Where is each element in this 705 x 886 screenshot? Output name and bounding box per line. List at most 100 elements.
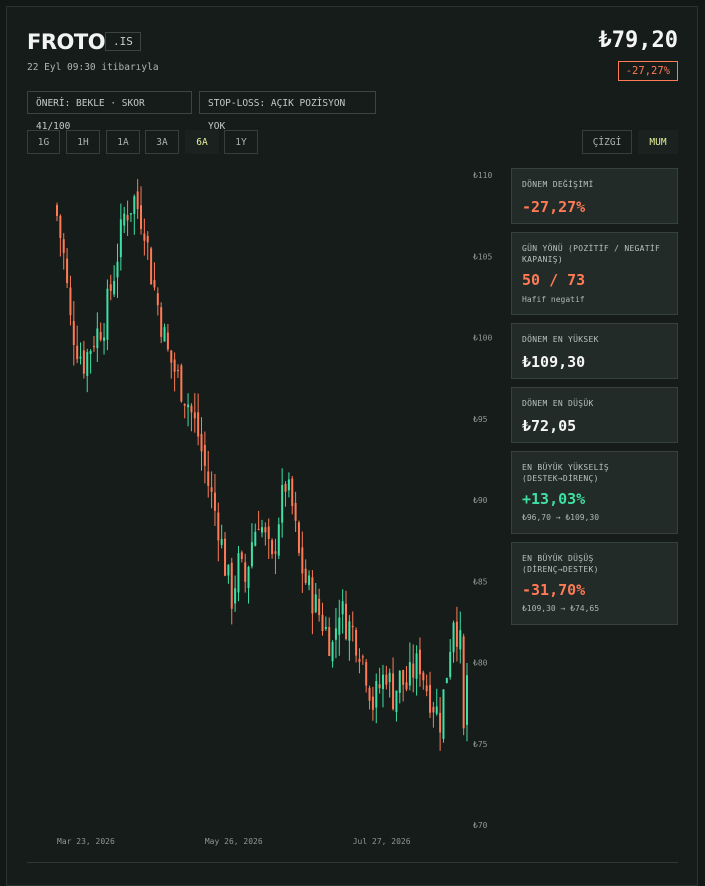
candle-body: [254, 531, 257, 546]
candle-body: [264, 527, 267, 533]
candle: [203, 431, 206, 484]
candle-body: [308, 575, 311, 586]
stat-card-period-change: DÖNEM DEĞİŞİMİ -27,27%: [511, 168, 678, 224]
recommendation-tag: ÖNERİ: BEKLE · SKOR 41/100: [27, 91, 192, 132]
candle-body: [92, 345, 95, 348]
candle-body: [261, 527, 263, 533]
candle-body: [143, 233, 146, 241]
candle-body: [150, 248, 153, 285]
candle-body: [365, 662, 368, 686]
candle: [82, 340, 85, 379]
candle-mode-button[interactable]: MUM: [638, 130, 678, 154]
stop-loss-tag: STOP-LOSS: AÇIK POZİSYON YOK: [199, 91, 376, 132]
candle: [92, 335, 95, 352]
candle-body: [153, 280, 156, 288]
candle-body: [247, 566, 250, 588]
candle: [284, 481, 287, 507]
candle: [355, 627, 358, 663]
candle-body: [331, 641, 334, 662]
candle: [281, 468, 284, 538]
candle-body: [324, 626, 327, 629]
price-chart: ₺110 ₺105 ₺100 ₺95 ₺90 ₺85 ₺80 ₺75 ₺70 Mar 23, 20…: [56, 171, 492, 846]
candle-body: [287, 479, 290, 491]
candle-body: [176, 369, 179, 372]
range-button-6a[interactable]: 6A: [185, 130, 219, 154]
candle: [425, 674, 428, 697]
candle: [207, 450, 210, 498]
range-button-1y[interactable]: 1Y: [224, 130, 258, 154]
stat-card-day-direction: GÜN YÖNÜ (POZİTİF / NEGATİF KAPANIŞ) 50 …: [511, 232, 678, 315]
candle-body: [230, 562, 233, 609]
candle-body: [200, 433, 203, 452]
range-button-1h[interactable]: 1H: [66, 130, 100, 154]
range-button-1g[interactable]: 1G: [27, 130, 60, 154]
candle: [466, 663, 468, 742]
candle: [129, 212, 132, 223]
candle-body: [197, 412, 200, 437]
line-mode-button[interactable]: ÇİZGİ: [582, 130, 632, 154]
candle-body: [415, 653, 418, 679]
candle: [422, 670, 425, 690]
candle: [445, 677, 448, 684]
candle-body: [368, 687, 371, 701]
candle-body: [388, 672, 391, 683]
candle: [361, 654, 364, 665]
candle-body: [207, 471, 210, 486]
candle-body: [402, 670, 405, 685]
candle-body: [429, 684, 432, 713]
candle-body: [314, 594, 317, 613]
candle: [197, 393, 200, 446]
candle: [324, 616, 327, 631]
candle: [210, 471, 213, 509]
candle: [398, 670, 401, 704]
stat-label: DÖNEM EN DÜŞÜK: [522, 399, 594, 408]
candle-body: [371, 696, 374, 710]
candle: [126, 200, 129, 236]
candle: [227, 564, 230, 584]
x-tick-label: Jul 27, 2026: [353, 837, 411, 846]
candle: [200, 417, 203, 471]
candle-body: [311, 577, 314, 614]
candle-body: [82, 350, 85, 374]
candle-body: [304, 568, 307, 584]
y-tick-label: ₺80: [473, 659, 488, 668]
candle: [452, 620, 455, 663]
candle-body: [113, 280, 116, 295]
candle-body: [345, 603, 348, 640]
range-button-3a[interactable]: 3A: [145, 130, 179, 154]
candle-body: [271, 540, 274, 555]
stat-note: Hafif negatif: [522, 295, 585, 304]
candle: [375, 673, 378, 724]
candle-body: [224, 538, 227, 576]
stat-label: EN BÜYÜK YÜKSELİŞ (DESTEK→DİRENÇ): [522, 463, 609, 483]
candle-body: [116, 261, 119, 278]
candle-body: [69, 287, 72, 316]
candle-body: [277, 524, 280, 556]
candle: [133, 194, 136, 235]
candle-body: [109, 284, 112, 291]
candle: [435, 688, 438, 716]
candle: [66, 248, 69, 289]
candle: [72, 301, 75, 366]
stat-label: DÖNEM EN YÜKSEK: [522, 335, 599, 344]
candle: [291, 475, 294, 515]
candle-body: [452, 622, 455, 653]
candle-body: [210, 487, 213, 492]
candle: [277, 517, 280, 559]
candle: [348, 614, 351, 661]
candle: [136, 179, 139, 219]
candle-body: [361, 656, 364, 658]
candle: [274, 538, 277, 575]
y-tick-label: ₺90: [473, 496, 488, 505]
candle: [244, 553, 247, 593]
candle-body: [156, 293, 159, 306]
candle: [301, 531, 304, 593]
candle-body: [405, 682, 408, 690]
candle-body: [455, 621, 458, 647]
candle: [119, 203, 122, 271]
range-button-1a[interactable]: 1A: [106, 130, 140, 154]
candle-body: [59, 215, 62, 238]
candle: [106, 279, 109, 351]
candle: [76, 325, 79, 364]
candle: [69, 275, 72, 326]
